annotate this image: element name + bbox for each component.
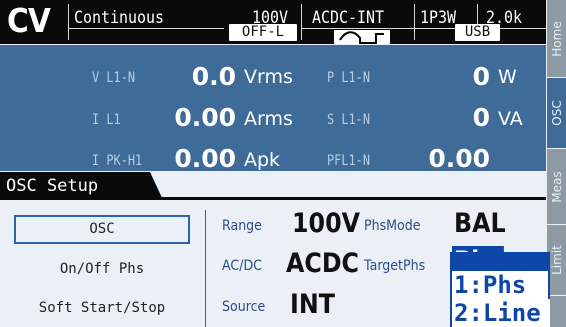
tab-osc[interactable]: OSC	[547, 78, 566, 148]
voltage-value: 0.0	[191, 62, 236, 91]
range-param-value[interactable]: 100V	[292, 208, 360, 239]
source-mode-indicator: ACDC-INT	[312, 8, 385, 28]
mode-indicator: CV	[7, 1, 51, 40]
tab-label: Meas	[549, 170, 564, 203]
source-param-label: Source	[222, 299, 266, 315]
power-label: P L1-N	[327, 70, 370, 86]
power-value: 0	[472, 62, 490, 91]
power-factor-value: 0.00	[428, 144, 490, 173]
range-param-label: Range	[222, 218, 262, 234]
current-value: 0.00	[174, 103, 236, 132]
phsmode-param-value[interactable]: BAL	[454, 208, 506, 239]
menu-item-osc[interactable]: OSC	[14, 215, 190, 244]
voltage-label: V L1-N	[92, 70, 135, 86]
tab-label: Limit	[549, 245, 564, 275]
operation-mode: Continuous	[74, 8, 165, 28]
apparent-power-value: 0	[472, 103, 490, 132]
apparent-power-unit: VA	[498, 108, 523, 130]
ac-dc-waveform-icon	[339, 31, 384, 44]
targetphs-param-label: TargetPhs	[364, 258, 426, 274]
power-unit: W	[498, 66, 517, 88]
current-label: I L1	[92, 112, 121, 128]
dropdown-option-line[interactable]: 2:Line	[452, 299, 550, 327]
interface-indicator: USB	[455, 24, 500, 41]
tab-label: Home	[549, 20, 564, 57]
voltage-unit: Vrms	[244, 66, 293, 88]
current-unit: Arms	[244, 108, 293, 130]
source-param-value[interactable]: INT	[290, 289, 335, 320]
tab-home[interactable]: Home	[547, 0, 566, 77]
peak-current-label: I PK-H1	[92, 153, 143, 169]
page-title: OSC Setup	[0, 172, 163, 200]
phase-config-indicator: 1P3W	[420, 8, 457, 28]
waveform-icon	[334, 30, 390, 44]
header-divider	[414, 4, 415, 40]
acdc-param-label: AC/DC	[222, 258, 262, 274]
menu-item-on-off-phs[interactable]: On/Off Phs	[14, 255, 190, 283]
tab-meas[interactable]: Meas	[547, 149, 566, 224]
header-divider	[301, 4, 302, 40]
range-indicator: 100V	[252, 8, 289, 28]
phsmode-param-label: PhsMode	[364, 218, 421, 234]
setup-divider	[205, 210, 206, 327]
header-divider	[68, 4, 69, 40]
tab-label: OSC	[549, 100, 564, 126]
peak-current-unit: Apk	[244, 149, 281, 171]
apparent-power-label: S L1-N	[327, 112, 370, 128]
header-line	[301, 28, 546, 29]
menu-item-soft-start-stop[interactable]: Soft Start/Stop	[14, 294, 190, 322]
acdc-param-value[interactable]: ACDC	[286, 248, 359, 279]
dropdown-option-phs[interactable]: 1:Phs	[452, 271, 548, 299]
header-line	[68, 28, 224, 29]
power-factor-label: PFL1-N	[327, 153, 370, 169]
peak-current-value: 0.00	[174, 144, 236, 173]
